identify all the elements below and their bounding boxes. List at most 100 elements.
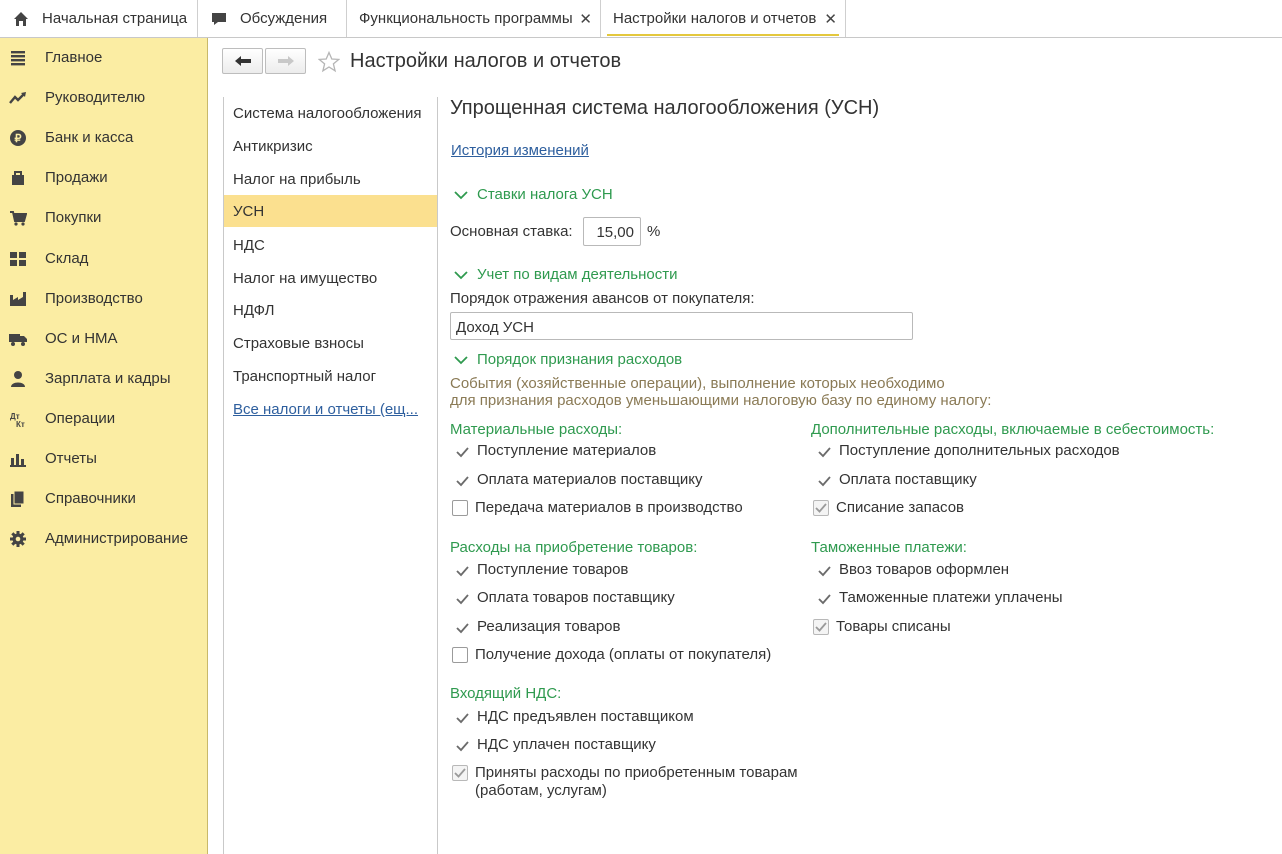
input-vat-title: Входящий НДС: [450, 685, 562, 702]
event-label: Получение дохода (оплаты от покупателя) [475, 646, 772, 663]
chevron-down-icon [454, 270, 468, 279]
nav-item-label: Все налоги и отчеты (ещ... [233, 401, 419, 418]
checkmark-icon [815, 622, 827, 632]
tab-program-functionality[interactable]: Функциональность программы ✕ [347, 0, 601, 37]
section-title: Упрощенная система налогообложения (УСН) [450, 97, 880, 119]
group-activity-header[interactable]: Учет по видам деятельности [454, 266, 678, 283]
customs-payments-title: Таможенные платежи: [811, 539, 967, 556]
checkbox-checked-disabled[interactable] [813, 619, 829, 635]
sidebar-item-payroll[interactable]: Зарплата и кадры [0, 364, 207, 394]
home-icon [12, 10, 30, 28]
menu-lines-icon [11, 51, 25, 66]
history-link[interactable]: История изменений [451, 142, 589, 159]
sidebar-item-label: Зарплата и кадры [45, 370, 171, 387]
sidebar-item-production[interactable]: Производство [0, 284, 207, 314]
checkbox-checked-disabled[interactable] [813, 500, 829, 516]
dt-kt-icon: ДтКт [10, 412, 25, 428]
sidebar-item-label: Банк и касса [45, 129, 134, 146]
nav-item-usn[interactable]: УСН [224, 195, 437, 227]
nav-item-label: Страховые взносы [233, 335, 364, 352]
nav-item-anticrisis[interactable]: Антикризис [224, 130, 437, 162]
description-line: для признания расходов уменьшающими нало… [450, 392, 992, 409]
sidebar-item-reports[interactable]: Отчеты [0, 444, 207, 474]
event-label: Оплата поставщику [839, 471, 977, 488]
forward-button[interactable] [265, 48, 306, 74]
nav-item-property-tax[interactable]: Налог на имущество [224, 262, 437, 294]
sidebar-item-catalogs[interactable]: Справочники [0, 484, 207, 514]
page-title: Настройки налогов и отчетов [350, 50, 622, 72]
tab-tax-settings[interactable]: Настройки налогов и отчетов ✕ [601, 0, 846, 37]
nav-item-tax-system[interactable]: Система налогообложения [224, 97, 437, 129]
group-title: Порядок признания расходов [477, 351, 683, 368]
sidebar-item-label: Администрирование [45, 530, 189, 547]
checkmark-icon [456, 594, 469, 605]
group-expenses-header[interactable]: Порядок признания расходов [454, 351, 682, 368]
checkmark-icon [818, 566, 831, 577]
sidebar-item-sales[interactable]: Продажи [0, 163, 207, 193]
group-rates-header[interactable]: Ставки налога УСН [454, 186, 613, 203]
trend-up-icon [9, 92, 26, 104]
shopping-cart-icon [10, 211, 27, 226]
sidebar-item-operations[interactable]: Дт Кт Операции [0, 404, 207, 434]
sidebar-item-manager[interactable]: Руководителю [0, 83, 207, 113]
chevron-down-icon [454, 190, 468, 199]
truck-icon [9, 334, 27, 346]
advance-order-field[interactable]: Доход УСН [450, 312, 913, 340]
tab-discussions[interactable]: Обсуждения [198, 0, 347, 37]
nav-item-insurance[interactable]: Страховые взносы [224, 327, 437, 359]
nav-item-label: УСН [233, 203, 265, 220]
tab-home[interactable]: Начальная страница [0, 0, 198, 37]
checkmark-icon [456, 566, 469, 577]
nav-item-all-taxes[interactable]: Все налоги и отчеты (ещ... [224, 393, 437, 425]
event-label: Ввоз товаров оформлен [839, 561, 1010, 578]
ruble-coin-icon: ₽ [10, 130, 26, 146]
main-rate-input[interactable]: 15,00 [583, 217, 641, 246]
sidebar-item-bank[interactable]: ₽ Банк и касса [0, 123, 207, 153]
expenses-description: События (хозяйственные операции), выполн… [450, 375, 991, 409]
shopping-bag-icon [12, 171, 24, 185]
checkmark-icon [454, 768, 466, 778]
tab-label: Настройки налогов и отчетов [613, 10, 817, 27]
group-title: Ставки налога УСН [477, 186, 613, 203]
sidebar-item-label: Операции [45, 410, 116, 427]
event-label: Оплата материалов поставщику [477, 471, 703, 488]
checkmark-icon [456, 741, 469, 752]
checkbox-checked-disabled[interactable] [452, 765, 468, 781]
nav-item-label: Налог на прибыль [233, 171, 361, 188]
sidebar-item-label: Руководителю [45, 89, 146, 106]
checkmark-icon [815, 503, 827, 513]
sidebar-item-fixed-assets[interactable]: ОС и НМА [0, 324, 207, 354]
back-button[interactable] [222, 48, 263, 74]
nav-item-vat[interactable]: НДС [224, 229, 437, 261]
goods-expenses-title: Расходы на приобретение товаров: [450, 539, 698, 556]
sidebar-item-label: Производство [45, 290, 143, 307]
checkmark-icon [456, 476, 469, 487]
event-label: Списание запасов [836, 499, 965, 516]
nav-item-transport-tax[interactable]: Транспортный налог [224, 360, 437, 392]
nav-item-label: Транспортный налог [233, 368, 377, 385]
sidebar-item-administration[interactable]: Администрирование [0, 524, 207, 554]
settings-sections-list: Система налогообложения Антикризис Налог… [223, 97, 438, 854]
group-title: Учет по видам деятельности [477, 266, 678, 283]
checkbox-unchecked[interactable] [452, 500, 468, 516]
sidebar-item-label: ОС и НМА [45, 330, 118, 347]
nav-item-ndfl[interactable]: НДФЛ [224, 294, 437, 326]
close-icon[interactable]: ✕ [824, 10, 837, 28]
event-label: Поступление материалов [477, 442, 657, 459]
sidebar-item-main[interactable]: Главное [0, 43, 207, 73]
close-icon[interactable]: ✕ [579, 10, 592, 28]
chevron-down-icon [454, 355, 468, 364]
star-outline-icon[interactable] [318, 51, 340, 73]
checkmark-icon [818, 476, 831, 487]
main-rate-value: 15,00 [596, 224, 634, 241]
bar-chart-icon [10, 454, 26, 467]
event-label: Передача материалов в производство [475, 499, 743, 516]
sidebar-item-warehouse[interactable]: Склад [0, 244, 207, 274]
main-rate-label: Основная ставка: [450, 223, 573, 240]
checkbox-unchecked[interactable] [452, 647, 468, 663]
event-label-line2: (работам, услугам) [475, 782, 607, 799]
sidebar-item-label: Главное [45, 49, 103, 66]
books-icon [11, 490, 25, 507]
nav-item-profit-tax[interactable]: Налог на прибыль [224, 163, 437, 195]
sidebar-item-purchases[interactable]: Покупки [0, 203, 207, 233]
